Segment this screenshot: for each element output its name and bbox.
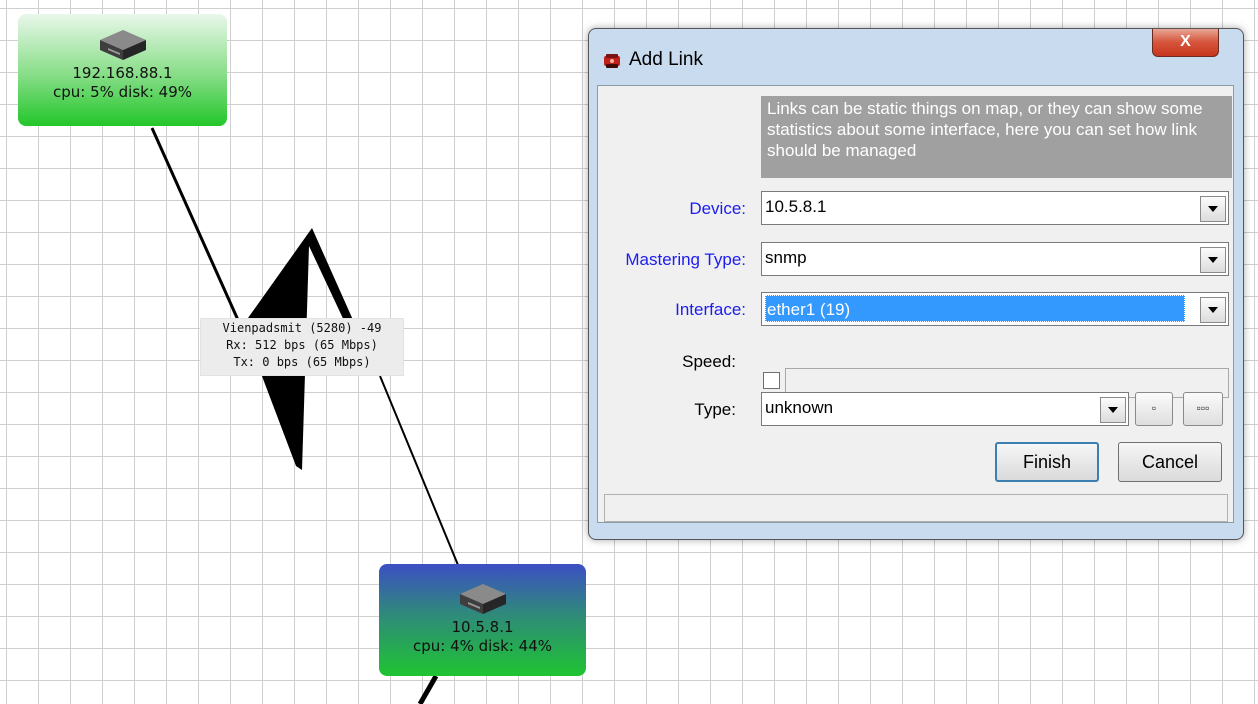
interface-value: ether1 (19) [765,295,1185,322]
dialog-body: Links can be static things on map, or th… [597,85,1234,523]
device-value: 10.5.8.1 [765,197,827,216]
type-edit-label: ▫ [1151,401,1157,415]
dialog-titlebar[interactable]: Add Link X [589,29,1243,87]
mastering-type-select[interactable]: snmp [761,242,1229,276]
device-stats: cpu: 5% disk: 49% [52,83,192,101]
chevron-down-icon[interactable] [1100,397,1126,423]
chevron-down-icon[interactable] [1200,247,1226,273]
close-button[interactable]: X [1152,29,1219,57]
link-line-top [150,127,240,321]
link-label[interactable]: Vienpadsmit (5280) -49 Rx: 512 bps (65 M… [200,318,404,376]
status-bar [604,494,1228,522]
mastering-type-value: snmp [765,248,807,267]
device-node-192-168-88-1[interactable]: 192.168.88.1 cpu: 5% disk: 49% [18,14,227,126]
speed-checkbox[interactable] [763,372,780,389]
type-select[interactable]: unknown [761,392,1129,426]
cancel-button[interactable]: Cancel [1118,442,1222,482]
link-label-rx: Rx: 512 bps (65 Mbps) [226,338,378,352]
type-label: Type: [694,400,736,419]
type-more-button[interactable]: ▫▫▫ [1183,392,1223,426]
close-icon: X [1180,33,1191,50]
link-line-bottom [379,375,459,566]
add-link-dialog: Add Link X Links can be static things on… [588,28,1244,540]
device-stats: cpu: 4% disk: 44% [412,637,552,655]
chevron-down-icon[interactable] [1200,196,1226,222]
mastering-type-label: Mastering Type: [625,250,746,269]
router-icon [459,584,506,614]
link-line-tail [417,674,439,704]
device-select[interactable]: 10.5.8.1 [761,191,1229,225]
ellipsis-icon: ▫▫▫ [1196,401,1210,415]
info-text: Links can be static things on map, or th… [761,96,1232,178]
device-node-10-5-8-1[interactable]: 10.5.8.1 cpu: 4% disk: 44% [379,564,586,676]
device-address: 10.5.8.1 [451,618,514,636]
dialog-title: Add Link [629,49,703,70]
device-label: Device: [689,199,746,218]
interface-label: Interface: [675,300,746,319]
type-value: unknown [765,398,834,417]
type-edit-button[interactable]: ▫ [1135,392,1173,426]
chevron-down-icon[interactable] [1200,297,1226,323]
app-icon [604,54,620,68]
link-label-name: Vienpadsmit (5280) -49 [222,321,382,335]
speed-label: Speed: [682,352,736,371]
finish-button[interactable]: Finish [995,442,1099,482]
device-address: 192.168.88.1 [72,64,173,82]
router-icon [99,30,146,60]
link-label-tx: Tx: 0 bps (65 Mbps) [233,355,371,369]
interface-select[interactable]: ether1 (19) [761,292,1229,326]
